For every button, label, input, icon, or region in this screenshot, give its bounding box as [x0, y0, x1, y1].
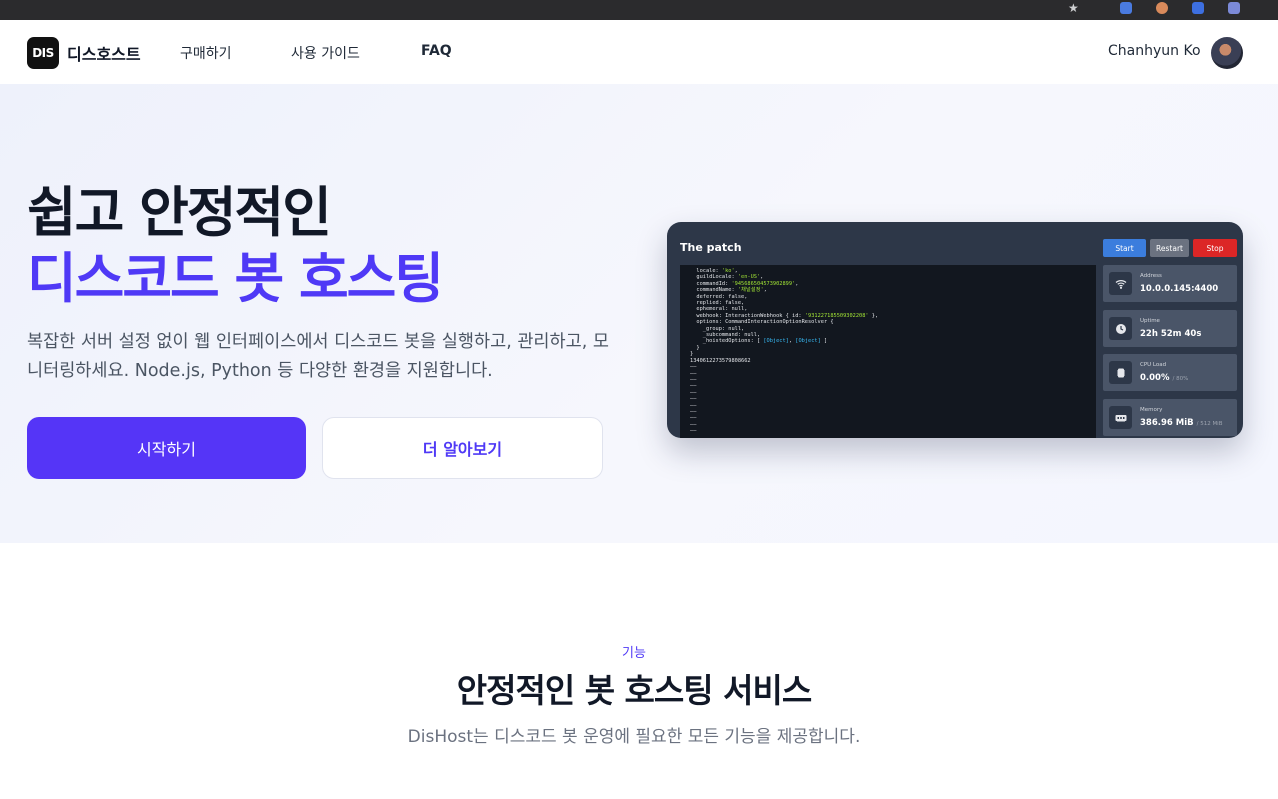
hero-section: 쉽고 안정적인 디스코드 봇 호스팅 복잡한 서버 설정 없이 웹 인터페이스에… [0, 84, 1278, 543]
top-navigation: DIS 디스호스트 구매하기 사용 가이드 FAQ Chanhyun Ko [0, 20, 1278, 84]
stat-value: 386.96 MiB / 512 MiB [1140, 418, 1223, 428]
stat-value: 22h 52m 40s [1140, 329, 1202, 339]
cpu-icon [1109, 361, 1132, 384]
log-line: —— [690, 428, 697, 435]
extension-icon[interactable] [1156, 2, 1168, 14]
nav-link-purchase[interactable]: 구매하기 [180, 43, 232, 63]
nav-link-guide[interactable]: 사용 가이드 [291, 43, 360, 63]
stat-address: Address 10.0.0.145:4400 [1103, 265, 1237, 302]
logo-icon[interactable]: DIS [27, 37, 59, 69]
user-name[interactable]: Chanhyun Ko [1108, 43, 1201, 59]
stat-memory: Memory 386.96 MiB / 512 MiB [1103, 399, 1237, 436]
brand-name[interactable]: 디스호스트 [67, 41, 141, 65]
bookmark-star-icon[interactable]: ★ [1068, 1, 1079, 15]
stat-value: 10.0.0.145:4400 [1140, 284, 1219, 294]
stat-value: 0.00% / 80% [1140, 373, 1188, 383]
nav-link-faq[interactable]: FAQ [421, 43, 452, 59]
extension-icon[interactable] [1228, 2, 1240, 14]
section-title: 안정적인 봇 호스팅 서비스 [456, 671, 812, 710]
hero-title: 쉽고 안정적인 디스코드 봇 호스팅 [27, 180, 444, 312]
bot-name: The patch [680, 241, 742, 254]
memory-icon [1109, 406, 1132, 429]
stop-button[interactable]: Stop [1193, 239, 1237, 257]
hero-title-line1: 쉽고 안정적인 [27, 181, 332, 244]
cpu-value: 0.00% [1140, 373, 1170, 383]
get-started-button[interactable]: 시작하기 [27, 417, 306, 479]
section-description: DisHost는 디스코드 봇 운영에 필요한 모든 기능을 제공합니다. [407, 727, 861, 747]
cpu-limit: / 80% [1172, 376, 1189, 382]
browser-toolbar-strip: ★ [0, 0, 1278, 20]
console-log: locale: 'ko', guildLocale: 'en-US', comm… [680, 265, 1096, 438]
memory-value: 386.96 MiB [1140, 418, 1194, 428]
start-button[interactable]: Start [1103, 239, 1146, 257]
extension-icon[interactable] [1120, 2, 1132, 14]
section-tag: 기능 [622, 646, 646, 661]
stat-label: CPU Load [1140, 362, 1167, 368]
extension-icon[interactable] [1192, 2, 1204, 14]
stat-label: Memory [1140, 407, 1163, 413]
bot-console-preview: The patch Start Restart Stop locale: 'ko… [667, 222, 1243, 438]
restart-button[interactable]: Restart [1150, 239, 1189, 257]
stat-uptime: Uptime 22h 52m 40s [1103, 310, 1237, 347]
learn-more-button[interactable]: 더 알아보기 [322, 417, 603, 479]
stat-label: Uptime [1140, 318, 1160, 324]
stat-label: Address [1140, 273, 1162, 279]
wifi-icon [1109, 272, 1132, 295]
hero-title-line2: 디스코드 봇 호스팅 [27, 247, 444, 310]
stat-cpu: CPU Load 0.00% / 80% [1103, 354, 1237, 391]
avatar[interactable] [1211, 37, 1243, 69]
clock-icon [1109, 317, 1132, 340]
memory-limit: / 512 MiB [1196, 421, 1223, 427]
hero-description: 복잡한 서버 설정 없이 웹 인터페이스에서 디스코드 봇을 실행하고, 관리하… [27, 332, 609, 381]
